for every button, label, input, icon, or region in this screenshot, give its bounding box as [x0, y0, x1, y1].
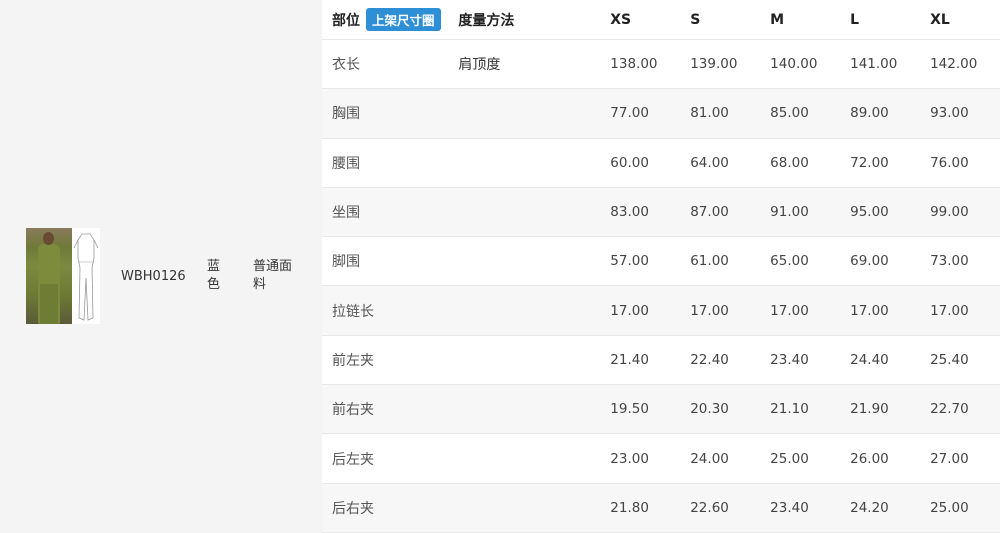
cell-value: 138.00	[610, 56, 658, 73]
header-method: 度量方法	[458, 12, 515, 29]
cell-part: 衣长	[332, 57, 360, 74]
table-row: 坐围 83.00 87.00 91.00 95.00 99.00	[322, 187, 1000, 238]
cell-value: 60.00	[610, 154, 649, 171]
cell-value: 17.00	[930, 302, 969, 319]
cell-value: 95.00	[850, 204, 889, 221]
cell-value: 23.40	[770, 499, 809, 516]
photo-legs-shape	[40, 284, 58, 324]
table-row: 前右夹 19.50 20.30 21.10 21.90 22.70	[322, 385, 1000, 435]
cell-value: 142.00	[930, 56, 978, 73]
table-row: 脚围 57.00 61.00 65.00 69.00 73.00	[322, 237, 1000, 287]
cell-value: 21.40	[610, 351, 649, 368]
cell-value: 24.00	[690, 450, 729, 467]
cell-value: 64.00	[690, 154, 729, 171]
table-row: 后左夹 23.00 24.00 25.00 26.00 27.00	[322, 434, 1000, 484]
cell-part: 脚围	[332, 254, 360, 271]
header-size-xs: XS	[610, 11, 632, 28]
product-info: WBH0126 蓝色 普通面料	[26, 228, 297, 324]
cell-value: 91.00	[770, 204, 809, 221]
cell-value: 57.00	[610, 253, 649, 270]
cell-value: 25.00	[770, 450, 809, 467]
table-row: 前左夹 21.40 22.40 23.40 24.40 25.40	[322, 336, 1000, 386]
cell-method: 肩顶度	[458, 57, 501, 74]
cell-value: 61.00	[690, 253, 729, 270]
header-size-l: L	[850, 11, 860, 28]
cell-value: 25.00	[930, 499, 969, 516]
cell-value: 140.00	[770, 56, 818, 73]
cell-value: 93.00	[930, 105, 969, 122]
cell-value: 72.00	[850, 154, 889, 171]
listing-size-button[interactable]: 上架尺寸圈	[366, 8, 441, 31]
cell-value: 85.00	[770, 105, 809, 122]
cell-part: 前右夹	[332, 402, 374, 419]
cell-value: 23.00	[610, 450, 649, 467]
cell-part: 后右夹	[332, 500, 374, 517]
cell-value: 22.40	[690, 351, 729, 368]
table-row: 胸围 77.00 81.00 85.00 89.00 93.00	[322, 89, 1000, 139]
cell-value: 99.00	[930, 204, 969, 221]
cell-value: 89.00	[850, 105, 889, 122]
cell-value: 24.20	[850, 499, 889, 516]
cell-value: 21.80	[610, 499, 649, 516]
cell-value: 17.00	[770, 302, 809, 319]
cell-value: 83.00	[610, 204, 649, 221]
table-row: 衣长 肩顶度 138.00 139.00 140.00 141.00 142.00	[322, 40, 1000, 90]
cell-value: 17.00	[690, 302, 729, 319]
product-color: 蓝色	[207, 259, 221, 292]
cell-part: 胸围	[332, 106, 360, 123]
cell-value: 21.10	[770, 401, 809, 418]
cell-value: 68.00	[770, 154, 809, 171]
cell-value: 77.00	[610, 105, 649, 122]
cell-part: 腰围	[332, 155, 360, 172]
cell-value: 25.40	[930, 351, 969, 368]
product-sketch	[72, 228, 100, 324]
cell-value: 81.00	[690, 105, 729, 122]
size-chart-page: WBH0126 蓝色 普通面料 部位 上架尺寸圈 度量方法 XS S M L X…	[0, 0, 1000, 533]
product-fabric: 普通面料	[253, 259, 293, 292]
cell-value: 22.70	[930, 401, 969, 418]
cell-value: 69.00	[850, 253, 889, 270]
cell-value: 17.00	[850, 302, 889, 319]
cell-value: 76.00	[930, 154, 969, 171]
cell-part: 后左夹	[332, 451, 374, 468]
header-size-m: M	[770, 11, 785, 28]
photo-head-shape	[43, 232, 54, 245]
cell-value: 20.30	[690, 401, 729, 418]
table-row: 腰围 60.00 64.00 68.00 72.00 76.00	[322, 139, 1000, 188]
product-code: WBH0126	[121, 268, 186, 284]
cell-value: 23.40	[770, 351, 809, 368]
cell-part: 前左夹	[332, 352, 374, 369]
table-body: 衣长 肩顶度 138.00 139.00 140.00 141.00 142.00 胸围 77.…	[322, 40, 1000, 533]
product-thumbnail[interactable]	[26, 228, 100, 324]
cell-value: 19.50	[610, 401, 649, 418]
header-size-s: S	[690, 11, 701, 28]
product-photo	[26, 228, 72, 324]
header-size-xl: XL	[930, 11, 950, 28]
cell-value: 17.00	[610, 302, 649, 319]
header-part: 部位 上架尺寸圈	[322, 8, 448, 31]
size-table: 部位 上架尺寸圈 度量方法 XS S M L XL 衣长 肩顶度 138.00 139…	[322, 0, 1000, 533]
cell-part: 拉链长	[332, 303, 374, 320]
cell-value: 65.00	[770, 253, 809, 270]
cell-value: 21.90	[850, 401, 889, 418]
cell-value: 87.00	[690, 204, 729, 221]
cell-value: 27.00	[930, 450, 969, 467]
table-header: 部位 上架尺寸圈 度量方法 XS S M L XL	[322, 0, 1000, 40]
cell-value: 26.00	[850, 450, 889, 467]
cell-part: 坐围	[332, 205, 360, 222]
table-row: 后右夹 21.80 22.60 23.40 24.20 25.00	[322, 483, 1000, 533]
cell-value: 139.00	[690, 56, 738, 73]
header-part-label: 部位	[332, 12, 360, 29]
table-row: 拉链长 17.00 17.00 17.00 17.00 17.00	[322, 286, 1000, 336]
cell-value: 73.00	[930, 253, 969, 270]
cell-value: 22.60	[690, 499, 729, 516]
cell-value: 141.00	[850, 56, 898, 73]
cell-value: 24.40	[850, 351, 889, 368]
